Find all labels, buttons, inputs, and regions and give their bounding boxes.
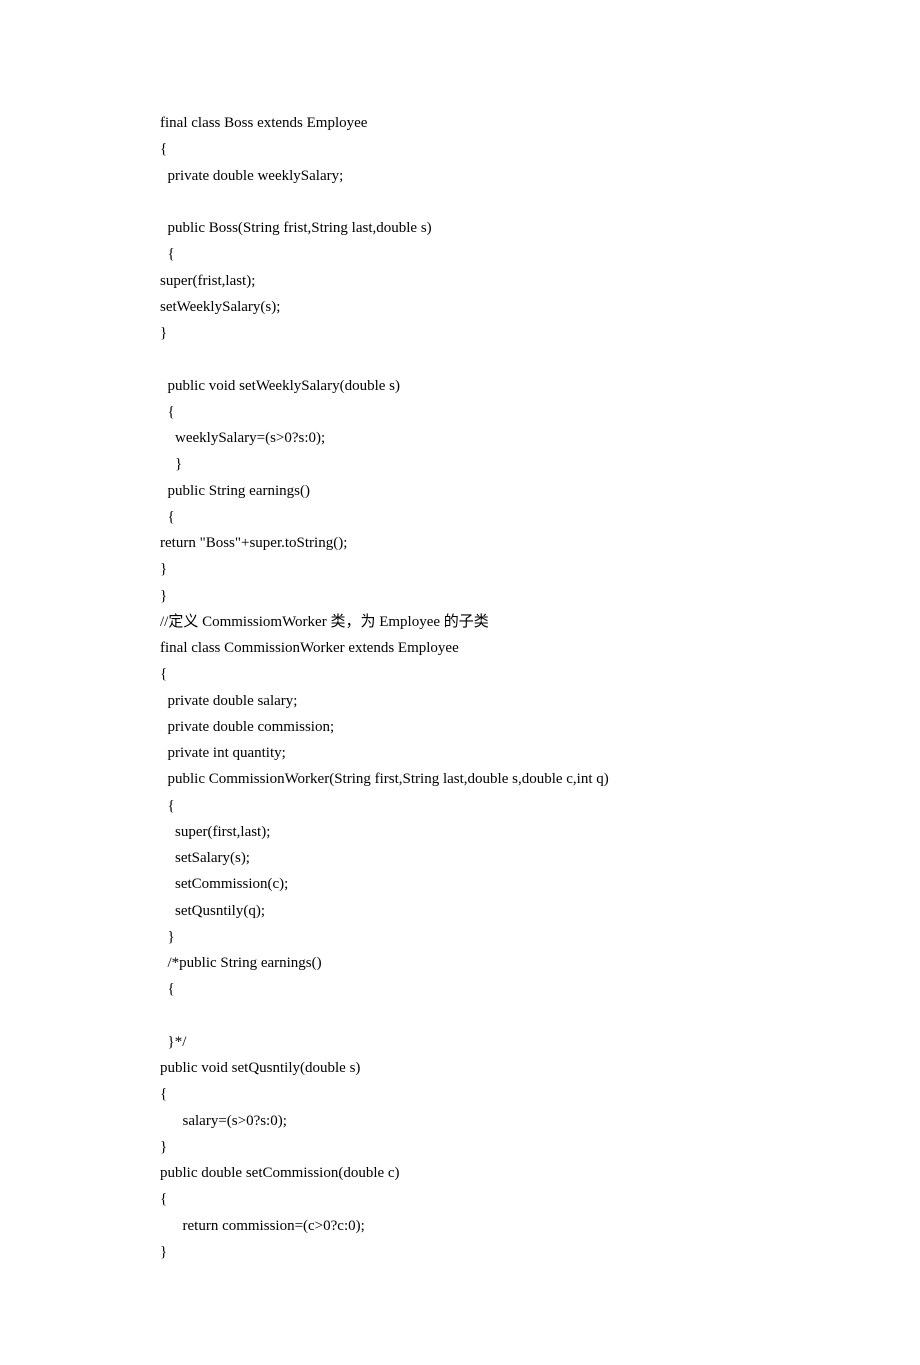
code-line: }	[160, 1134, 760, 1160]
code-line: }*/	[160, 1029, 760, 1055]
code-line	[160, 1003, 760, 1029]
code-line	[160, 189, 760, 215]
code-line: private double salary;	[160, 688, 760, 714]
code-line: final class Boss extends Employee	[160, 110, 760, 136]
code-line: return commission=(c>0?c:0);	[160, 1213, 760, 1239]
code-block: final class Boss extends Employee{ priva…	[160, 110, 760, 1265]
code-line: return "Boss"+super.toString();	[160, 530, 760, 556]
code-line: {	[160, 399, 760, 425]
code-line: /*public String earnings()	[160, 950, 760, 976]
code-line: {	[160, 976, 760, 1002]
code-line: public void setWeeklySalary(double s)	[160, 373, 760, 399]
code-line: //定义 CommissiomWorker 类，为 Employee 的子类	[160, 609, 760, 635]
code-line: {	[160, 793, 760, 819]
code-line	[160, 346, 760, 372]
code-line: private double commission;	[160, 714, 760, 740]
code-line: public Boss(String frist,String last,dou…	[160, 215, 760, 241]
code-page: final class Boss extends Employee{ priva…	[0, 0, 920, 1365]
code-line: }	[160, 320, 760, 346]
code-line: }	[160, 451, 760, 477]
code-line: }	[160, 924, 760, 950]
code-line: {	[160, 1081, 760, 1107]
code-line: {	[160, 1186, 760, 1212]
code-line: public void setQusntily(double s)	[160, 1055, 760, 1081]
code-line: setSalary(s);	[160, 845, 760, 871]
code-line: }	[160, 583, 760, 609]
code-line: private double weeklySalary;	[160, 163, 760, 189]
code-line: setQusntily(q);	[160, 898, 760, 924]
code-line: private int quantity;	[160, 740, 760, 766]
code-line: {	[160, 504, 760, 530]
code-line: public CommissionWorker(String first,Str…	[160, 766, 760, 792]
code-line: super(first,last);	[160, 819, 760, 845]
code-line: setWeeklySalary(s);	[160, 294, 760, 320]
code-line: final class CommissionWorker extends Emp…	[160, 635, 760, 661]
code-line: super(frist,last);	[160, 268, 760, 294]
code-line: {	[160, 136, 760, 162]
code-line: }	[160, 556, 760, 582]
code-line: public String earnings()	[160, 478, 760, 504]
code-line: {	[160, 241, 760, 267]
code-line: setCommission(c);	[160, 871, 760, 897]
code-line: {	[160, 661, 760, 687]
code-line: weeklySalary=(s>0?s:0);	[160, 425, 760, 451]
code-line: }	[160, 1239, 760, 1265]
code-line: public double setCommission(double c)	[160, 1160, 760, 1186]
code-line: salary=(s>0?s:0);	[160, 1108, 760, 1134]
